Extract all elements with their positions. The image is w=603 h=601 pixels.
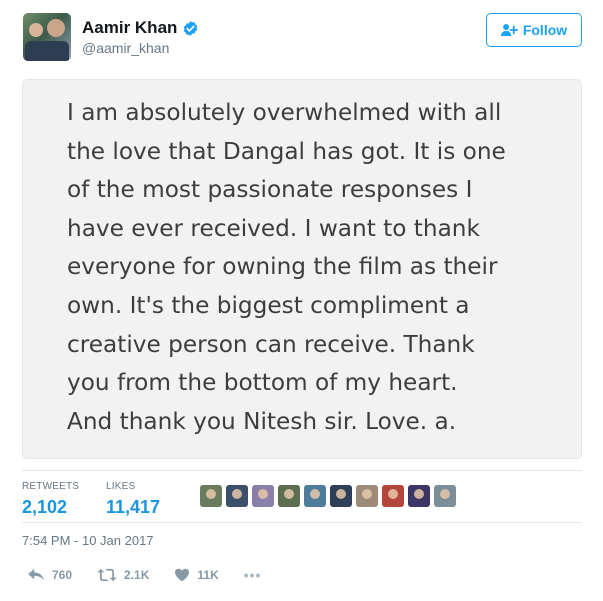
like-count: 11K <box>197 568 219 582</box>
liker-avatar[interactable] <box>200 485 222 507</box>
liker-avatar[interactable] <box>226 485 248 507</box>
reply-icon <box>28 568 44 581</box>
follow-button-label: Follow <box>522 22 568 38</box>
like-button[interactable]: 11K <box>174 568 219 582</box>
author-display-name[interactable]: Aamir Khan <box>82 18 177 38</box>
follow-button[interactable]: Follow <box>486 13 582 47</box>
verified-badge-icon <box>184 20 198 36</box>
retweets-label: RETWEETS <box>22 481 80 492</box>
liker-avatar[interactable] <box>356 485 378 507</box>
avatar-photo-part <box>25 41 69 61</box>
reply-count: 760 <box>52 568 73 582</box>
heart-icon <box>175 568 190 582</box>
retweet-button[interactable]: 2.1K <box>97 568 149 582</box>
more-icon[interactable]: ••• <box>244 567 262 583</box>
liker-avatar[interactable] <box>304 485 326 507</box>
retweet-icon <box>97 568 117 582</box>
tweet-image[interactable]: I am absolutely overwhelmed with all the… <box>22 79 582 459</box>
liker-avatar[interactable] <box>330 485 352 507</box>
liker-avatar[interactable] <box>252 485 274 507</box>
tweet-image-line: own. It's the biggest compliment a <box>67 291 470 319</box>
author-handle[interactable]: @aamir_khan <box>82 40 169 56</box>
tweet-image-line: have ever received. I want to thank <box>67 214 480 242</box>
liker-avatars <box>200 485 460 507</box>
stats-divider-bottom <box>22 522 582 523</box>
likes-label: LIKES <box>106 481 136 492</box>
liker-avatar[interactable] <box>278 485 300 507</box>
tweet-timestamp[interactable]: 7:54 PM - 10 Jan 2017 <box>22 533 154 548</box>
tweet-image-text: I am absolutely overwhelmed with all the… <box>67 94 567 441</box>
likes-stat[interactable]: LIKES 11,417 <box>106 481 160 518</box>
tweet-image-line: And thank you Nitesh sir. Love. a. <box>67 407 457 435</box>
tweet-image-line: of the most passionate responses I <box>67 176 473 204</box>
tweet-image-line: I am absolutely overwhelmed with all <box>67 99 502 126</box>
tweet-image-line: the love that Dangal has got. It is one <box>67 137 506 165</box>
tweet-image-line: you from the bottom of my heart. <box>67 369 458 397</box>
likes-count: 11,417 <box>106 497 161 517</box>
retweets-stat[interactable]: RETWEETS 2,102 <box>22 481 79 518</box>
liker-avatar[interactable] <box>382 485 404 507</box>
retweet-count: 2.1K <box>124 568 150 582</box>
liker-avatar[interactable] <box>408 485 430 507</box>
avatar[interactable] <box>23 13 71 61</box>
avatar-photo-part <box>29 23 43 37</box>
add-user-icon <box>500 24 518 36</box>
avatar-photo-part <box>47 19 65 37</box>
stats-divider-top <box>22 470 582 471</box>
liker-avatar[interactable] <box>434 485 456 507</box>
author-name-row: Aamir Khan <box>82 18 199 38</box>
tweet-image-line: everyone for owning the film as their <box>67 253 498 281</box>
tweet-actions: 760 2.1K 11K ••• <box>27 567 261 583</box>
reply-button[interactable]: 760 <box>27 568 72 582</box>
retweets-count: 2,102 <box>22 497 68 517</box>
tweet-image-line: creative person can receive. Thank <box>67 330 475 358</box>
